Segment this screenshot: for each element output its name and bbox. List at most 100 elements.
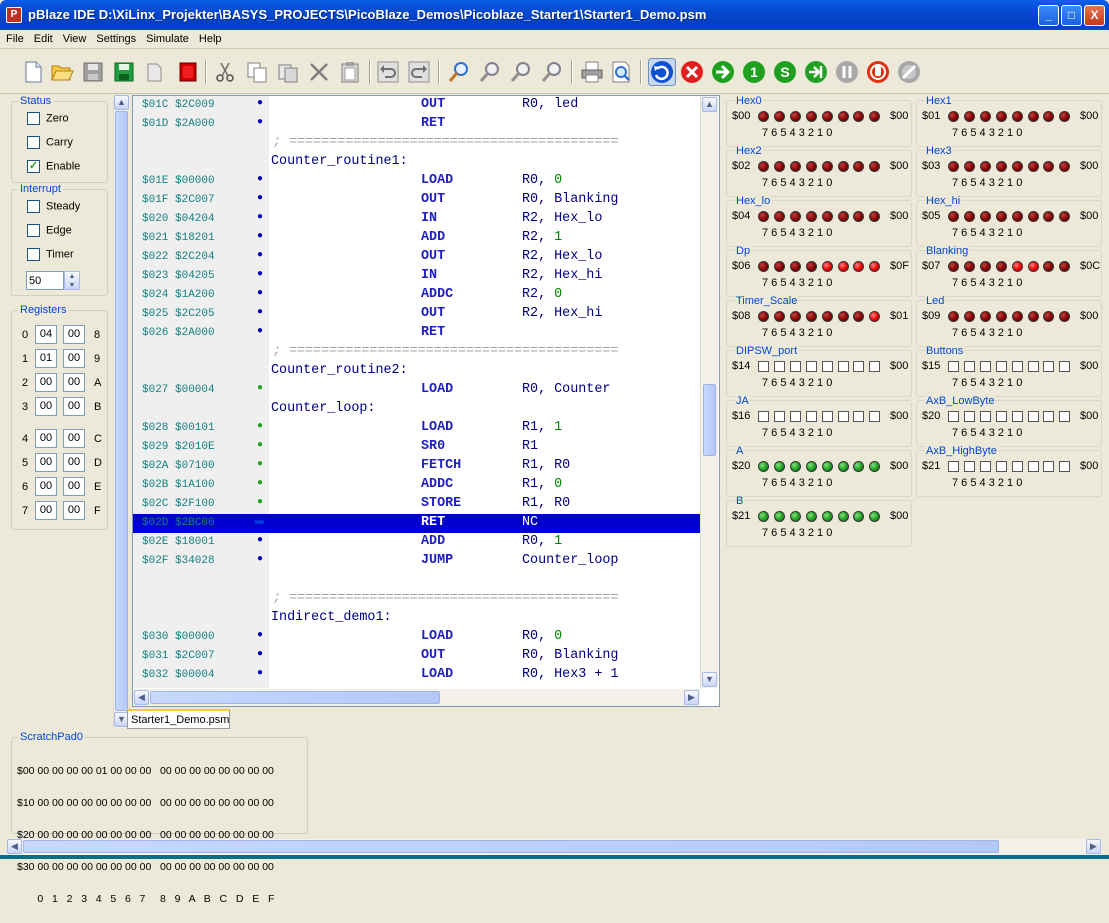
- code-line[interactable]: Counter_routine1:: [133, 153, 700, 172]
- input-bit-checkbox[interactable]: [773, 411, 785, 422]
- code-line[interactable]: Indirect_demo1:: [133, 609, 700, 628]
- left-vertical-scrollbar[interactable]: ▲ ▼: [113, 95, 129, 728]
- breakpoint-dot-icon[interactable]: ●: [257, 174, 263, 185]
- paste-icon[interactable]: [338, 60, 362, 84]
- input-bit-checkbox[interactable]: [948, 361, 959, 372]
- input-bit-checkbox[interactable]: [758, 411, 769, 422]
- menu-settings[interactable]: Settings: [91, 30, 141, 48]
- input-bit-checkbox[interactable]: [948, 411, 959, 422]
- input-bit-checkbox[interactable]: [995, 461, 1007, 472]
- new-icon[interactable]: [21, 60, 45, 84]
- register-high-field[interactable]: 00: [63, 477, 85, 496]
- find-icon[interactable]: [447, 60, 471, 84]
- menu-file[interactable]: File: [0, 30, 29, 48]
- code-line[interactable]: [133, 571, 700, 590]
- register-low-field[interactable]: 00: [35, 477, 57, 496]
- breakpoint-dot-icon[interactable]: ●: [257, 231, 263, 242]
- step-icon[interactable]: 1: [742, 60, 766, 84]
- breakpoint-dot-icon[interactable]: ●: [257, 326, 263, 337]
- edge-check-box[interactable]: [27, 224, 40, 237]
- input-bit-checkbox[interactable]: [869, 411, 881, 422]
- enable-checkbox[interactable]: ✓ Enable: [27, 160, 80, 174]
- maximize-button[interactable]: □: [1061, 5, 1082, 26]
- register-high-field[interactable]: 00: [63, 325, 85, 344]
- input-bit-checkbox[interactable]: [979, 361, 991, 372]
- timer-check-box[interactable]: [27, 248, 40, 261]
- exit-icon[interactable]: [176, 60, 200, 84]
- minimize-button[interactable]: _: [1038, 5, 1059, 26]
- input-bit-checkbox[interactable]: [1027, 461, 1039, 472]
- title-bar[interactable]: P pBlaze IDE D:\XiLinx_Projekter\BASYS_P…: [0, 0, 1109, 30]
- register-low-field[interactable]: 00: [35, 397, 57, 416]
- code-line[interactable]: $032 $00004 ● LOAD R0, Hex3 + 1: [133, 666, 700, 685]
- register-low-field[interactable]: 04: [35, 325, 57, 344]
- breakpoint-dot-icon[interactable]: ●: [257, 288, 263, 299]
- register-low-field[interactable]: 00: [35, 429, 57, 448]
- input-bit-checkbox[interactable]: [821, 411, 833, 422]
- input-bit-checkbox[interactable]: [1011, 361, 1023, 372]
- editor-horizontal-scrollbar[interactable]: ◀ ▶: [133, 689, 700, 706]
- register-high-field[interactable]: 00: [63, 373, 85, 392]
- redo-icon[interactable]: [407, 60, 431, 84]
- code-line[interactable]: $025 $2C205 ● OUT R2, Hex_hi: [133, 305, 700, 324]
- breakpoint-dot-icon[interactable]: ●: [257, 421, 263, 432]
- input-bit-checkbox[interactable]: [1011, 461, 1023, 472]
- code-line[interactable]: $020 $04204 ● IN R2, Hex_lo: [133, 210, 700, 229]
- input-bit-checkbox[interactable]: [1011, 411, 1023, 422]
- breakpoint-dot-icon[interactable]: ●: [257, 383, 263, 394]
- delete-icon[interactable]: [307, 60, 331, 84]
- breakpoint-dot-icon[interactable]: ●: [257, 269, 263, 280]
- code-line[interactable]: $01C $2C009 ● OUT R0, led: [133, 96, 700, 115]
- breakpoint-dot-icon[interactable]: ●: [257, 98, 263, 109]
- reset-icon[interactable]: [648, 58, 676, 86]
- scroll-left-arrow-icon[interactable]: ◀: [7, 839, 22, 854]
- breakpoint-dot-icon[interactable]: ●: [257, 630, 263, 641]
- input-bit-checkbox[interactable]: [1059, 461, 1071, 472]
- input-bit-checkbox[interactable]: [853, 361, 865, 372]
- save-icon[interactable]: [81, 60, 105, 84]
- breakpoint-dot-icon[interactable]: ●: [257, 497, 263, 508]
- code-line[interactable]: $01D $2A000 ● RET: [133, 115, 700, 134]
- code-line[interactable]: Counter_loop:: [133, 400, 700, 419]
- app-icon[interactable]: P: [6, 7, 22, 23]
- code-line[interactable]: $02C $2F100 ● STORE R1, R0: [133, 495, 700, 514]
- input-bit-checkbox[interactable]: [963, 361, 975, 372]
- input-bit-checkbox[interactable]: [837, 411, 849, 422]
- input-bit-checkbox[interactable]: [837, 361, 849, 372]
- code-line[interactable]: $030 $00000 ● LOAD R0, 0: [133, 628, 700, 647]
- input-bit-checkbox[interactable]: [1059, 411, 1071, 422]
- close-file-icon[interactable]: [142, 60, 166, 84]
- copy-icon[interactable]: [245, 60, 269, 84]
- input-bit-checkbox[interactable]: [773, 361, 785, 372]
- edge-checkbox[interactable]: Edge: [27, 224, 72, 238]
- register-high-field[interactable]: 00: [63, 349, 85, 368]
- find-next-icon[interactable]: [478, 60, 502, 84]
- code-line[interactable]: Counter_routine2:: [133, 362, 700, 381]
- register-low-field[interactable]: 01: [35, 349, 57, 368]
- scrollbar-thumb[interactable]: [150, 691, 440, 704]
- register-low-field[interactable]: 00: [35, 501, 57, 520]
- breakpoint-dot-icon[interactable]: ●: [257, 250, 263, 261]
- find-prev-icon[interactable]: [509, 60, 533, 84]
- input-bit-checkbox[interactable]: [853, 411, 865, 422]
- steady-check-box[interactable]: [27, 200, 40, 213]
- code-line[interactable]: $027 $00004 ● LOAD R0, Counter: [133, 381, 700, 400]
- code-line[interactable]: $022 $2C204 ● OUT R2, Hex_lo: [133, 248, 700, 267]
- code-line[interactable]: $023 $04205 ● IN R2, Hex_hi: [133, 267, 700, 286]
- save-all-icon[interactable]: [112, 60, 136, 84]
- code-line[interactable]: $031 $2C007 ● OUT R0, Blanking: [133, 647, 700, 666]
- code-line[interactable]: ; ======================================…: [133, 343, 700, 362]
- breakpoint-dot-icon[interactable]: ●: [257, 307, 263, 318]
- input-bit-checkbox[interactable]: [979, 411, 991, 422]
- breakpoint-dot-icon[interactable]: ●: [257, 649, 263, 660]
- input-bit-checkbox[interactable]: [789, 361, 801, 372]
- steady-checkbox[interactable]: Steady: [27, 200, 80, 214]
- print-preview-icon[interactable]: [609, 60, 633, 84]
- input-bit-checkbox[interactable]: [805, 361, 817, 372]
- enable-check-box[interactable]: ✓: [27, 160, 40, 173]
- breakpoint-dot-icon[interactable]: ●: [257, 440, 263, 451]
- cut-icon[interactable]: [213, 60, 237, 84]
- input-bit-checkbox[interactable]: [789, 411, 801, 422]
- input-bit-checkbox[interactable]: [995, 411, 1007, 422]
- clear-breakpoints-icon[interactable]: [897, 60, 921, 84]
